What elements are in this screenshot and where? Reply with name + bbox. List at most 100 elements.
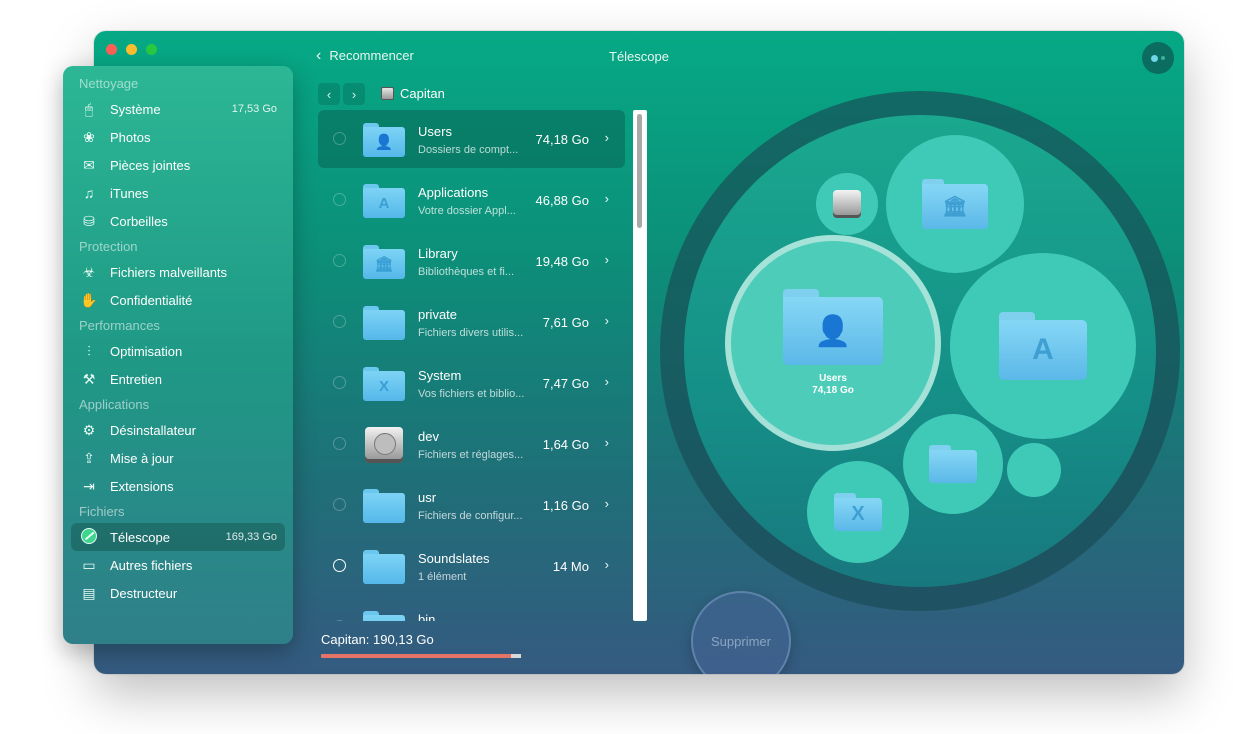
breadcrumb-label: Capitan: [400, 86, 445, 101]
bubble-system[interactable]: X: [807, 461, 909, 563]
photos-icon: ❀: [83, 128, 95, 145]
window-title: Télescope: [609, 49, 669, 64]
shredder-icon: ▤: [82, 584, 96, 601]
bubble-usr[interactable]: [1007, 443, 1061, 497]
trash-icon: ⛁: [83, 212, 95, 229]
sidebar-item-extensions[interactable]: ⇥ Extensions: [71, 472, 285, 500]
sidebar-item-shredder[interactable]: ▤ Destructeur: [71, 579, 285, 607]
library-folder-icon: 🏛: [363, 245, 405, 279]
file-row-soundslates[interactable]: Soundslates 1 élément 14 Mo ›: [318, 537, 625, 595]
sidebar-item-label: Destructeur: [110, 585, 178, 601]
chevron-right-icon[interactable]: ›: [605, 252, 609, 267]
file-row-library[interactable]: 🏛 Library Bibliothèques et fi... 19,48 Go ›: [318, 232, 625, 290]
sidebar-item-music-note[interactable]: ♫ iTunes: [71, 179, 285, 207]
select-checkbox[interactable]: [333, 193, 346, 206]
file-name: Library: [418, 246, 458, 261]
select-checkbox[interactable]: [333, 376, 346, 389]
hard-drive-icon: [365, 427, 403, 463]
sidebar-item-wrench[interactable]: ⚒ Entretien: [71, 365, 285, 393]
sidebar-item-label: Corbeilles: [110, 213, 168, 229]
bubble-applications[interactable]: A: [950, 253, 1136, 439]
file-description: Fichiers et réglages...: [418, 449, 524, 461]
file-row-usr[interactable]: usr Fichiers de configur... 1,16 Go ›: [318, 476, 625, 534]
select-checkbox[interactable]: [333, 620, 346, 621]
hand-icon: ✋: [80, 291, 98, 308]
file-row-system[interactable]: X System Vos fichiers et biblio... 7,47 Go ›: [318, 354, 625, 412]
select-checkbox[interactable]: [333, 254, 346, 267]
sidebar-item-label: Autres fichiers: [110, 557, 193, 573]
nav-back-button[interactable]: ‹: [318, 83, 340, 105]
select-checkbox[interactable]: [333, 559, 346, 572]
file-size: 7,61 Go: [542, 315, 589, 330]
sidebar-item-folder[interactable]: ▭ Autres fichiers: [71, 551, 285, 579]
users-folder-icon: 👤: [363, 123, 405, 157]
assistant-button[interactable]: [1142, 42, 1174, 74]
sidebar-item-size: 169,33 Go: [225, 531, 277, 543]
bubble-users-name: Users: [819, 373, 847, 384]
sidebar-item-hand[interactable]: ✋ Confidentialité: [71, 286, 285, 314]
uninstaller-icon: ⚙: [82, 421, 96, 438]
music-note-icon: ♫: [83, 185, 95, 201]
file-description: Bibliothèques et fi...: [418, 266, 515, 278]
applications-folder-icon: A: [363, 184, 405, 218]
sidebar-item-mail-attachments[interactable]: ✉ Pièces jointes: [71, 151, 285, 179]
bubble-private[interactable]: [903, 414, 1003, 514]
sidebar-item-label: Photos: [110, 129, 151, 145]
file-size: 46,88 Go: [535, 193, 590, 208]
chevron-right-icon[interactable]: ›: [605, 313, 609, 328]
chevron-right-icon: ›: [351, 86, 357, 102]
update-icon: ⇪: [83, 449, 95, 466]
select-checkbox[interactable]: [333, 315, 346, 328]
bubble-users-size: 74,18 Go: [812, 385, 854, 396]
chevron-right-icon[interactable]: ›: [605, 191, 609, 206]
sidebar-item-telescope[interactable]: Télescope 169,33 Go: [71, 523, 285, 551]
sidebar-item-photos[interactable]: ❀ Photos: [71, 123, 285, 151]
chevron-right-icon[interactable]: ›: [605, 557, 609, 572]
extensions-icon: ⇥: [83, 477, 95, 494]
chevron-right-icon[interactable]: ›: [605, 496, 609, 511]
sidebar-item-label: Confidentialité: [110, 292, 193, 308]
file-size: 19,48 Go: [535, 254, 590, 269]
file-name: usr: [418, 490, 437, 505]
select-checkbox[interactable]: [333, 132, 346, 145]
chevron-right-icon[interactable]: ›: [605, 374, 609, 389]
sidebar-item-trash[interactable]: ⛁ Corbeilles: [71, 207, 285, 235]
file-row-bin[interactable]: bin: [318, 598, 625, 621]
section-header: Protection: [79, 239, 138, 254]
breadcrumb[interactable]: Capitan: [381, 86, 445, 101]
sidebar-item-size: 17,53 Go: [231, 103, 277, 115]
system-icon: 🖱: [84, 100, 94, 117]
sidebar-item-update[interactable]: ⇪ Mise à jour: [71, 444, 285, 472]
scrollbar[interactable]: [633, 110, 647, 621]
file-name: System: [418, 368, 462, 383]
chevron-right-icon[interactable]: ›: [605, 435, 609, 450]
scrollbar-thumb[interactable]: [637, 114, 642, 228]
chevron-right-icon[interactable]: ›: [605, 130, 609, 145]
users-folder-icon: 👤: [783, 289, 883, 365]
section-header: Performances: [79, 318, 160, 333]
sidebar-item-label: iTunes: [110, 185, 149, 201]
bubble-dev[interactable]: [816, 173, 878, 235]
bubble-users[interactable]: 👤 Users 74,18 Go: [731, 241, 935, 445]
select-checkbox[interactable]: [333, 498, 346, 511]
file-description: 1 élément: [418, 571, 467, 583]
section-header: Nettoyage: [79, 76, 139, 91]
system-folder-icon: X: [363, 367, 405, 401]
sidebar-item-system[interactable]: 🖱 Système 17,53 Go: [71, 95, 285, 123]
nav-forward-button[interactable]: ›: [343, 83, 365, 105]
applications-folder-icon: A: [999, 312, 1087, 380]
select-checkbox[interactable]: [333, 437, 346, 450]
sidebar-item-label: Télescope: [110, 529, 170, 545]
file-row-applications[interactable]: A Applications Votre dossier Appl... 46,88 …: [318, 171, 625, 229]
file-row-dev[interactable]: dev Fichiers et réglages... 1,64 Go ›: [318, 415, 625, 473]
sidebar-item-sliders[interactable]: ⫶ Optimisation: [71, 337, 285, 365]
file-description: Fichiers de configur...: [418, 510, 523, 522]
bubble-library[interactable]: 🏛: [886, 135, 1024, 273]
sidebar-item-biohazard[interactable]: ☣ Fichiers malveillants: [71, 258, 285, 286]
section-header: Fichiers: [79, 504, 125, 519]
sidebar-item-uninstaller[interactable]: ⚙ Désinstallateur: [71, 416, 285, 444]
file-row-users[interactable]: 👤 Users Dossiers de compt... 74,18 Go ›: [318, 110, 625, 168]
file-description: Vos fichiers et biblio...: [418, 388, 525, 400]
file-row-private[interactable]: private Fichiers divers utilis... 7,61 Go ›: [318, 293, 625, 351]
folder-icon: [363, 489, 405, 523]
